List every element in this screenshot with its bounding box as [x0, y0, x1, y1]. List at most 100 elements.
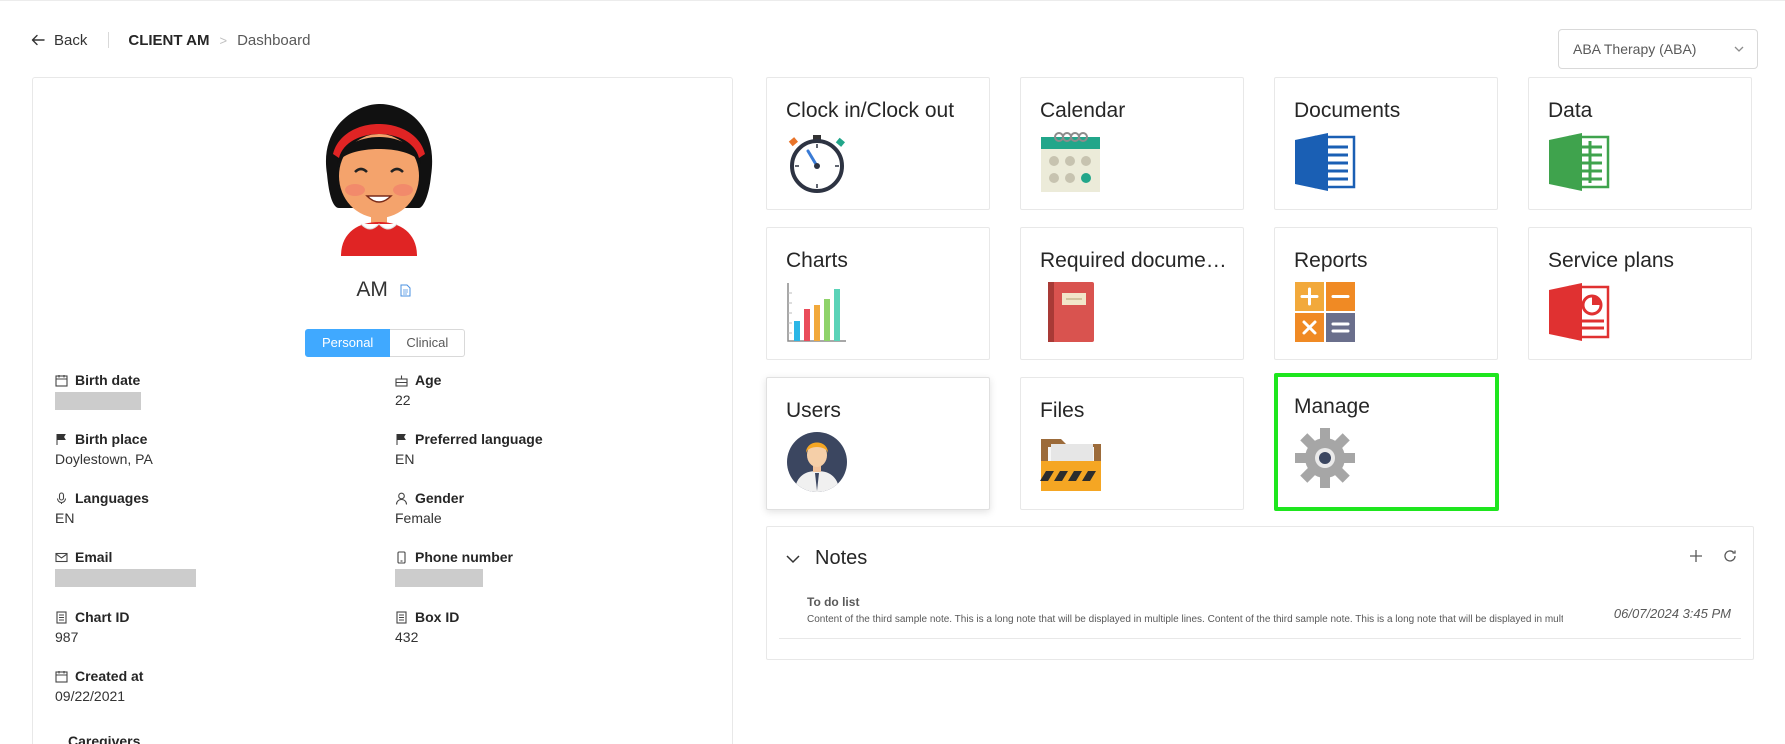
tile-clock-in-out[interactable]: Clock in/Clock out [766, 77, 990, 210]
cake-icon [395, 375, 408, 387]
field-label: Birth date [75, 372, 141, 388]
document-icon[interactable] [400, 284, 411, 297]
program-select[interactable]: ABA Therapy (ABA) [1558, 29, 1758, 69]
field-value: 987 [55, 629, 79, 645]
gear-icon [1295, 428, 1355, 488]
tile-service-plans[interactable]: Service plans [1528, 227, 1752, 360]
field-label: Age [415, 372, 442, 388]
profile-tabs: Personal Clinical [305, 329, 466, 357]
field-birth-date: Birth date [55, 371, 355, 410]
bar-chart-icon [787, 283, 846, 342]
field-value: EN [55, 510, 75, 526]
tile-documents[interactable]: Documents [1274, 77, 1498, 210]
field-preferred-language: Preferred language EN [395, 430, 695, 469]
field-label: Email [75, 549, 113, 565]
notes-title: Notes [815, 547, 868, 569]
presentation-icon [1549, 283, 1610, 341]
tab-personal[interactable]: Personal [305, 329, 391, 357]
tile-data[interactable]: Data [1528, 77, 1752, 210]
breadcrumb-separator: > [219, 32, 228, 48]
spreadsheet-icon [1549, 133, 1610, 191]
tile-required-documents[interactable]: Required documen... [1020, 227, 1244, 360]
field-value: Doylestown, PA [55, 451, 153, 467]
notes-panel: Notes To do list Content of the third sa… [766, 526, 1754, 660]
tile-calendar[interactable]: Calendar [1020, 77, 1244, 210]
redacted-value [55, 569, 196, 587]
field-label: Birth place [75, 431, 148, 447]
notes-header[interactable]: Notes [785, 547, 867, 570]
tile-title: Manage [1294, 395, 1370, 418]
field-value: 09/22/2021 [55, 688, 126, 704]
id-card-icon [396, 610, 407, 624]
tile-title: Reports [1294, 249, 1368, 272]
stopwatch-icon [788, 135, 845, 193]
note-timestamp: 06/07/2024 3:45 PM [1613, 606, 1731, 621]
refresh-icon[interactable] [1723, 549, 1737, 563]
plus-icon[interactable] [1689, 549, 1703, 563]
tile-reports[interactable]: Reports [1274, 227, 1498, 360]
header-divider [108, 32, 110, 48]
top-divider [0, 0, 1785, 1]
note-title: To do list [807, 595, 860, 609]
client-name: AM [356, 278, 388, 301]
tile-users[interactable]: Users [766, 377, 990, 510]
id-card-icon [56, 610, 67, 624]
flag-icon [56, 433, 66, 445]
calculator-icon [1295, 282, 1355, 342]
field-value: 432 [395, 629, 419, 645]
back-label: Back [54, 31, 88, 49]
notebook-icon [1048, 282, 1094, 342]
field-value: Female [395, 510, 442, 526]
tile-title: Documents [1294, 99, 1401, 122]
back-button[interactable]: Back [30, 32, 87, 49]
field-languages: Languages EN [55, 489, 355, 528]
field-label: Languages [75, 490, 149, 506]
tile-title: Service plans [1548, 249, 1675, 272]
breadcrumb: Back CLIENT AM > Dashboard [30, 28, 310, 52]
field-chart-id: Chart ID 987 [55, 608, 355, 647]
tile-title: Calendar [1040, 99, 1126, 122]
tile-title: Required documen... [1040, 249, 1230, 272]
field-gender: Gender Female [395, 489, 695, 528]
calendar-icon [55, 374, 68, 387]
client-name-row: AM [33, 278, 734, 302]
caregivers-heading: Caregivers [68, 733, 141, 744]
program-select-value: ABA Therapy (ABA) [1573, 41, 1697, 57]
redacted-value [395, 569, 483, 587]
field-label: Gender [415, 490, 465, 506]
microphone-icon [56, 491, 67, 504]
redacted-value [55, 392, 141, 410]
client-avatar [325, 104, 433, 256]
user-icon [395, 492, 408, 505]
field-value: EN [395, 451, 415, 467]
tab-clinical[interactable]: Clinical [390, 329, 466, 357]
field-label: Preferred language [415, 431, 543, 447]
tile-title: Files [1040, 399, 1085, 422]
field-phone-number: Phone number [395, 548, 695, 587]
field-label: Created at [75, 668, 144, 684]
tile-title: Data [1548, 99, 1593, 122]
field-label: Box ID [415, 609, 460, 625]
arrow-left-icon [31, 34, 45, 46]
field-label: Phone number [415, 549, 514, 565]
field-email: Email [55, 548, 355, 587]
field-label: Chart ID [75, 609, 130, 625]
word-document-icon [1295, 133, 1356, 191]
tile-title: Users [786, 399, 841, 422]
folder-icon [1040, 439, 1101, 491]
breadcrumb-client[interactable]: CLIENT AM [128, 32, 209, 49]
field-created-at: Created at 09/22/2021 [55, 667, 355, 706]
client-profile-card: AM Personal Clinical Birth date Age 22 B… [32, 77, 733, 744]
breadcrumb-current-page: Dashboard [237, 31, 311, 49]
tile-title: Charts [786, 249, 848, 272]
tile-files[interactable]: Files [1020, 377, 1244, 510]
note-list-item[interactable]: To do list Content of the third sample n… [779, 589, 1741, 639]
flag-icon [396, 433, 406, 445]
user-avatar-icon [787, 432, 847, 492]
field-age: Age 22 [395, 371, 695, 410]
tile-title: Clock in/Clock out [786, 99, 955, 122]
calendar-icon [1041, 132, 1100, 192]
tile-manage[interactable]: Manage [1274, 373, 1499, 511]
tile-charts[interactable]: Charts [766, 227, 990, 360]
chevron-down-icon[interactable] [785, 551, 801, 567]
